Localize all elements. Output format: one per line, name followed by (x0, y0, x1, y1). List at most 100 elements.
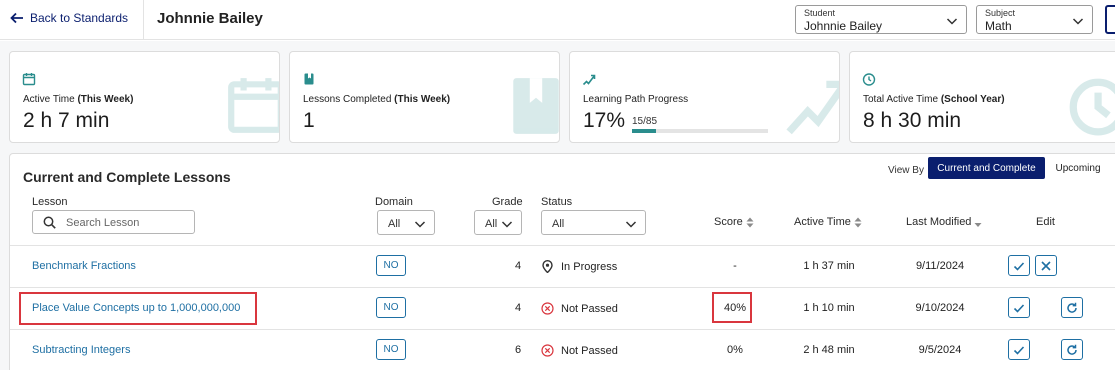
view-toggle-upcoming[interactable]: Upcoming (1047, 157, 1109, 179)
approve-button[interactable] (1008, 255, 1030, 276)
chevron-down-icon (946, 18, 958, 25)
col-header-active-time[interactable]: Active Time (794, 216, 862, 228)
chevron-down-icon (1072, 18, 1084, 25)
col-header-status: Status (541, 196, 573, 208)
lessons-panel: Current and Complete Lessons View By Cur… (9, 153, 1115, 370)
refresh-icon (1067, 302, 1077, 313)
check-icon (1013, 261, 1025, 271)
grade-filter-value: All (485, 218, 498, 230)
trend-icon (786, 80, 839, 135)
chevron-down-icon (501, 221, 513, 228)
calendar-icon (22, 73, 36, 86)
page-title: Johnnie Bailey (157, 10, 263, 27)
lesson-link[interactable]: Benchmark Fractions (32, 260, 136, 272)
col-header-score[interactable]: Score (714, 216, 754, 228)
col-header-grade: Grade (492, 196, 523, 208)
status-filter-select[interactable]: All (541, 210, 646, 235)
stat-label: Learning Path Progress (583, 94, 689, 105)
retry-button[interactable] (1061, 339, 1083, 360)
refresh-icon (1067, 344, 1077, 355)
table-row: Subtracting Integers NO 6 Not Passed 0% … (10, 329, 1115, 370)
status-cell: Not Passed (541, 344, 618, 357)
col-header-lesson: Lesson (32, 196, 68, 208)
approve-button[interactable] (1008, 297, 1030, 318)
stat-card-lessons-completed: Lessons Completed (This Week) 1 (289, 51, 560, 143)
progress-bar (632, 129, 768, 133)
col-header-last-modified-label: Last Modified (906, 216, 972, 228)
clock-icon (1069, 78, 1115, 136)
sort-desc-icon (974, 222, 982, 227)
score-highlight-box (712, 292, 752, 323)
stat-value: 2 h 7 min (23, 109, 110, 132)
sort-icon (746, 217, 754, 227)
arrow-left-icon (10, 12, 23, 24)
grade-value: 4 (515, 302, 522, 314)
col-header-edit: Edit (1036, 216, 1055, 228)
table-row: Benchmark Fractions NO 4 In Progress - 1… (10, 245, 1115, 287)
active-time-value: 1 h 10 min (803, 302, 855, 314)
search-icon (43, 216, 56, 229)
approve-button[interactable] (1008, 339, 1030, 360)
header-divider (143, 0, 144, 40)
active-time-value: 2 h 48 min (803, 344, 855, 356)
status-text: Not Passed (561, 302, 618, 315)
back-to-standards-link[interactable]: Back to Standards (10, 11, 128, 25)
stat-label: Active Time (This Week) (23, 94, 134, 105)
status-cell: Not Passed (541, 302, 618, 315)
view-toggle-current[interactable]: Current and Complete (928, 157, 1045, 179)
stat-value: 17% (583, 109, 626, 132)
status-filter-value: All (552, 218, 565, 230)
stat-value: 1 (303, 109, 315, 132)
x-circle-icon (541, 302, 554, 315)
back-label: Back to Standards (30, 11, 129, 25)
score-value: 0% (727, 344, 743, 356)
col-header-last-modified[interactable]: Last Modified (906, 216, 982, 228)
last-modified-value: 9/10/2024 (915, 302, 965, 314)
stat-card-active-time: Active Time (This Week) 2 h 7 min (9, 51, 280, 143)
stat-label: Total Active Time (School Year) (863, 94, 1005, 105)
check-icon (1013, 345, 1025, 355)
domain-badge[interactable]: NO (376, 339, 406, 360)
x-circle-icon (541, 344, 554, 357)
domain-badge[interactable]: NO (376, 297, 406, 318)
grade-filter-select[interactable]: All (474, 210, 522, 235)
chevron-down-icon (625, 221, 637, 228)
last-modified-value: 9/5/2024 (918, 344, 962, 356)
search-lesson-input[interactable]: Search Lesson (32, 210, 195, 234)
book-icon (304, 73, 314, 85)
col-header-score-label: Score (714, 216, 743, 228)
stat-card-learning-path: Learning Path Progress 17% 15/85 (569, 51, 840, 143)
progress-text: 15/85 (632, 116, 658, 127)
col-header-active-time-label: Active Time (794, 216, 851, 228)
domain-filter-value: All (388, 218, 401, 230)
col-header-domain: Domain (375, 196, 413, 208)
stat-value: 8 h 30 min (863, 109, 962, 132)
retry-button[interactable] (1061, 297, 1083, 318)
domain-filter-select[interactable]: All (377, 210, 435, 235)
stat-label: Lessons Completed (This Week) (303, 94, 451, 105)
subject-select-label: Subject (985, 8, 1016, 18)
view-by-label: View By (888, 165, 924, 176)
grade-value: 6 (515, 344, 522, 356)
stat-card-total-active-time: Total Active Time (School Year) 8 h 30 m… (849, 51, 1115, 143)
header-action-button[interactable] (1105, 5, 1115, 34)
student-select-value: Johnnie Bailey (804, 19, 883, 33)
subject-select[interactable]: Subject Math (976, 5, 1093, 34)
sort-icon (854, 217, 862, 227)
close-button[interactable] (1035, 255, 1057, 276)
student-select-label: Student (804, 8, 836, 18)
grade-value: 4 (515, 260, 522, 272)
calendar-icon (228, 78, 279, 133)
search-placeholder: Search Lesson (66, 217, 140, 229)
lesson-link[interactable]: Subtracting Integers (32, 344, 130, 356)
active-time-value: 1 h 37 min (803, 260, 855, 272)
score-value: - (733, 260, 737, 272)
domain-badge[interactable]: NO (376, 255, 406, 276)
close-icon (1041, 260, 1051, 271)
status-text: In Progress (561, 260, 618, 273)
student-select[interactable]: Student Johnnie Bailey (795, 5, 967, 34)
chevron-down-icon (414, 221, 426, 228)
status-text: Not Passed (561, 344, 618, 357)
clock-icon (862, 73, 876, 86)
top-bar: Back to Standards Johnnie Bailey Student… (0, 0, 1115, 40)
